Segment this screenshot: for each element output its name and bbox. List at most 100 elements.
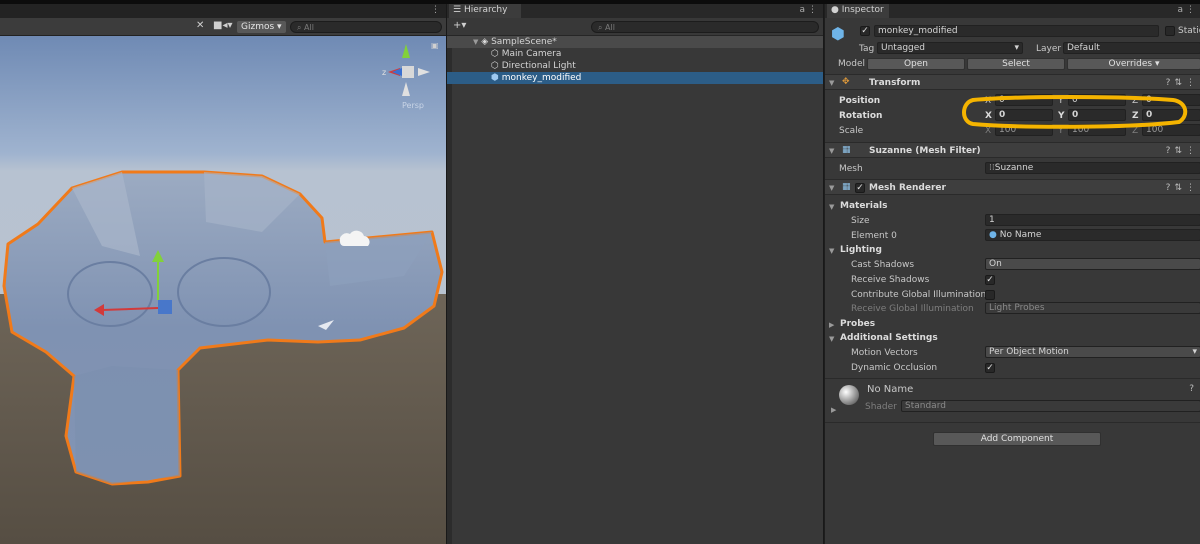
static-checkbox[interactable] xyxy=(1165,26,1175,36)
contribute-gi-checkbox[interactable] xyxy=(985,290,995,300)
scene-viewport[interactable]: z Persp ▣ xyxy=(0,36,446,544)
shader-dropdown[interactable]: Standard xyxy=(901,400,1200,412)
receive-shadows-label: Receive Shadows xyxy=(851,275,930,285)
dynamic-occlusion-label: Dynamic Occlusion xyxy=(851,363,938,373)
prefab-cube-icon: ⬢ xyxy=(831,24,845,43)
hierarchy-tab-row: ☰ Hierarchy a ⋮ xyxy=(447,4,823,18)
panel-menu-icon[interactable]: ⋮ xyxy=(431,5,440,15)
mesh-renderer-header[interactable]: ▼ ▦ ✓ Mesh Renderer ?⇅⋮ xyxy=(825,179,1200,195)
add-component-button[interactable]: Add Component xyxy=(933,432,1101,446)
tag-dropdown[interactable]: Untagged ▾ xyxy=(877,42,1023,54)
hierarchy-item-label: monkey_modified xyxy=(501,73,582,83)
model-label: Model xyxy=(838,59,866,69)
inspector-lock-icon[interactable]: a xyxy=(1177,5,1183,15)
hierarchy-item-directional-light[interactable]: ⬡ Directional Light xyxy=(447,60,823,72)
mesh-renderer-enabled-checkbox[interactable]: ✓ xyxy=(855,183,865,193)
dropdown-arrow-icon: ▾ xyxy=(1192,347,1197,357)
layer-value: Default xyxy=(1067,43,1100,53)
search-icon: ⌕ xyxy=(598,23,603,32)
prefab-cube-icon: ⬢ xyxy=(491,73,499,83)
component-actions-icon[interactable]: ?⇅⋮ xyxy=(1166,183,1199,193)
mesh-filter-title: Suzanne (Mesh Filter) xyxy=(869,146,981,156)
material-help-icon[interactable]: ? xyxy=(1189,384,1194,394)
hierarchy-search-input[interactable]: ⌕ All xyxy=(591,21,819,33)
additional-caret-icon[interactable]: ▼ xyxy=(829,335,834,343)
gizmos-label: Gizmos xyxy=(241,22,275,32)
mesh-renderer-title: Mesh Renderer xyxy=(869,183,946,193)
gizmo-plane-handle xyxy=(158,300,172,314)
info-icon: ● xyxy=(831,5,839,15)
component-actions-icon[interactable]: ?⇅⋮ xyxy=(1166,78,1199,88)
materials-label: Materials xyxy=(840,201,888,211)
open-button[interactable]: Open xyxy=(867,58,965,70)
object-name-field[interactable]: monkey_modified xyxy=(874,25,1159,37)
select-button[interactable]: Select xyxy=(967,58,1065,70)
position-label: Position xyxy=(839,96,881,106)
hierarchy-item-monkey-modified[interactable]: ⬢ monkey_modified xyxy=(447,72,823,84)
expand-caret-icon: ▼ xyxy=(473,38,479,46)
cube-icon: ⬡ xyxy=(491,61,499,71)
hierarchy-lock-icon[interactable]: a xyxy=(799,5,805,15)
add-object-button[interactable]: +▾ xyxy=(453,20,466,31)
layer-dropdown[interactable]: Default xyxy=(1063,42,1200,54)
separator xyxy=(825,422,1200,423)
material-sphere-icon: ● xyxy=(989,230,997,240)
mesh-grid-icon: ▦ xyxy=(842,145,851,155)
scene-row[interactable]: ▼ ◈ SampleScene* xyxy=(447,36,823,48)
tab-hierarchy[interactable]: ☰ Hierarchy xyxy=(449,4,521,18)
transform-icon: ✥ xyxy=(842,77,850,87)
dropdown-arrow-icon: ▾ xyxy=(1014,43,1019,53)
element0-field[interactable]: ● No Name xyxy=(985,229,1200,241)
material-preview-sphere-icon xyxy=(839,385,859,405)
collapse-caret-icon: ▼ xyxy=(829,147,835,155)
rotation-label: Rotation xyxy=(839,111,883,121)
static-label: Static xyxy=(1178,26,1200,36)
hierarchy-item-main-camera[interactable]: ⬡ Main Camera xyxy=(447,48,823,60)
contribute-gi-label: Contribute Global Illumination xyxy=(851,290,987,300)
mesh-value: Suzanne xyxy=(994,163,1034,173)
component-actions-icon[interactable]: ?⇅⋮ xyxy=(1166,146,1199,156)
tools-icon[interactable]: ✕ xyxy=(196,20,204,31)
highlight-annotation xyxy=(962,95,1188,129)
motion-vectors-value: Per Object Motion xyxy=(989,347,1069,357)
motion-vectors-dropdown[interactable]: Per Object Motion ▾ xyxy=(985,346,1200,358)
gizmos-dropdown[interactable]: Gizmos ▾ xyxy=(237,21,286,33)
material-caret-icon[interactable]: ▶ xyxy=(831,406,836,414)
cast-shadows-dropdown[interactable]: On xyxy=(985,258,1200,270)
transform-title: Transform xyxy=(869,78,921,88)
probes-label: Probes xyxy=(840,319,876,329)
hierarchy-panel: ☰ Hierarchy a ⋮ +▾ ⌕ All ▼ ◈ SampleScene… xyxy=(447,4,823,544)
dynamic-occlusion-checkbox[interactable]: ✓ xyxy=(985,363,995,373)
inspector-tab-label: Inspector xyxy=(841,5,884,15)
hierarchy-menu-icon[interactable]: ⋮ xyxy=(808,5,817,15)
lock-icon: ▣ xyxy=(431,41,439,50)
scene-panel: ⋮ ✕ ■◂▾ Gizmos ▾ ⌕ All z Persp ▣ xyxy=(0,4,446,544)
transform-header[interactable]: ▼ ✥ Transform ?⇅⋮ xyxy=(825,74,1200,90)
scene-name: SampleScene* xyxy=(491,37,557,47)
scene-toolbar: ✕ ■◂▾ Gizmos ▾ ⌕ All xyxy=(0,18,446,36)
scene-search-input[interactable]: ⌕ All xyxy=(290,21,442,33)
collapse-caret-icon: ▼ xyxy=(829,79,835,87)
mesh-field[interactable]: ⁞⁞Suzanne xyxy=(985,162,1200,174)
active-checkbox[interactable]: ✓ xyxy=(860,26,870,36)
overrides-dropdown[interactable]: Overrides ▾ xyxy=(1067,58,1200,70)
lighting-caret-icon[interactable]: ▼ xyxy=(829,247,834,255)
size-field[interactable]: 1 xyxy=(985,214,1200,226)
mesh-filter-header[interactable]: ▼ ▦ Suzanne (Mesh Filter) ?⇅⋮ xyxy=(825,142,1200,158)
search-icon: ⌕ xyxy=(297,23,302,32)
hierarchy-toolbar: +▾ ⌕ All xyxy=(447,18,823,36)
probes-caret-icon[interactable]: ▶ xyxy=(829,321,834,329)
camera-icon[interactable]: ■◂▾ xyxy=(213,20,233,31)
monkey-jaw-facet xyxy=(74,366,180,484)
tab-inspector[interactable]: ● Inspector xyxy=(827,4,889,18)
motion-vectors-label: Motion Vectors xyxy=(851,348,918,358)
overrides-label: Overrides xyxy=(1108,59,1153,69)
hierarchy-item-label: Main Camera xyxy=(501,49,562,59)
mesh-renderer-icon: ▦ xyxy=(842,182,851,192)
additional-settings-label: Additional Settings xyxy=(840,333,938,343)
materials-caret-icon[interactable]: ▼ xyxy=(829,203,834,211)
inspector-menu-icon[interactable]: ⋮ xyxy=(1186,5,1195,15)
layer-label: Layer xyxy=(1036,44,1062,54)
receive-gi-dropdown: Light Probes xyxy=(985,302,1200,314)
receive-shadows-checkbox[interactable]: ✓ xyxy=(985,275,995,285)
